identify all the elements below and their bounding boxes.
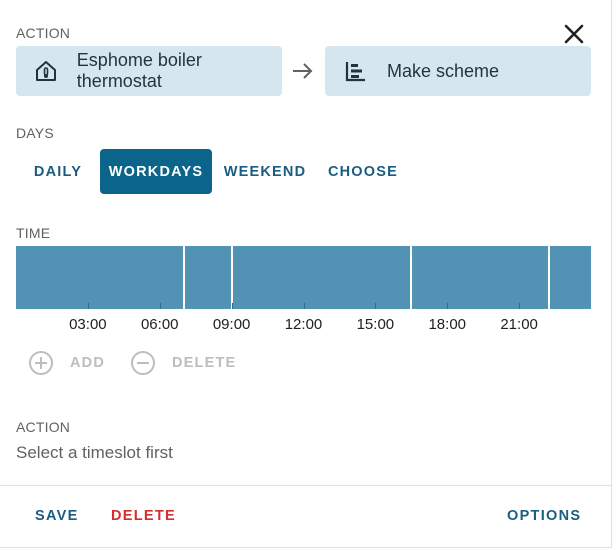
scheduler-dialog: ACTION Esphome boiler thermostat Make sc… [0,0,612,548]
day-option-daily[interactable]: DAILY [16,149,100,194]
entity-chip[interactable]: Esphome boiler thermostat [16,46,282,96]
time-tick [375,303,377,309]
action-name: Make scheme [387,60,500,81]
format-list-icon [343,58,369,84]
footer-divider [0,485,612,486]
entity-name: Esphome boiler thermostat [76,50,202,91]
time-tick [231,303,233,309]
time-tick-label: 03:00 [69,316,107,333]
home-thermometer-icon [34,58,59,84]
days-section-label: DAYS [16,125,54,141]
close-button[interactable] [560,20,588,48]
slot-action-section-label: ACTION [16,419,71,435]
delete-slot-button[interactable]: DELETE [130,350,236,376]
time-tick [519,303,521,309]
day-option-workdays[interactable]: WORKDAYS [100,149,212,194]
day-option-weekend[interactable]: WEEKEND [212,149,318,194]
options-button[interactable]: OPTIONS [507,508,581,524]
timeslot[interactable] [16,246,183,309]
delete-slot-label: DELETE [172,355,237,371]
add-slot-label: ADD [70,355,106,371]
plus-circle-icon [29,351,53,375]
timeslot[interactable] [412,246,549,309]
add-slot-button[interactable]: ADD [28,350,105,376]
arrow-right-icon [293,63,313,79]
time-tick-label: 12:00 [284,316,323,333]
day-option-choose[interactable]: CHOOSE [318,149,408,194]
timeslot[interactable] [232,246,411,309]
minus-circle-icon [131,351,155,375]
action-chip[interactable]: Make scheme [325,46,591,96]
time-tick [87,303,89,309]
time-tick-label: 06:00 [140,316,179,333]
time-tick [447,303,449,309]
time-tick-label: 15:00 [356,316,395,333]
timeslot[interactable] [550,246,591,309]
time-tick-label: 18:00 [428,316,467,333]
close-icon [564,24,584,44]
action-section-label: ACTION [16,25,71,41]
time-section-label: TIME [16,225,51,241]
delete-button[interactable]: DELETE [111,508,176,524]
time-tick [159,303,161,309]
time-tick-label: 21:00 [500,316,538,333]
time-tick [303,303,305,309]
timeline [16,246,591,309]
save-button[interactable]: SAVE [35,508,79,524]
days-selector: DAILY WORKDAYS WEEKEND CHOOSE [16,149,408,194]
timeslot[interactable] [184,246,231,309]
time-tick-label: 09:00 [212,316,251,333]
slot-hint-text: Select a timeslot first [16,443,173,462]
